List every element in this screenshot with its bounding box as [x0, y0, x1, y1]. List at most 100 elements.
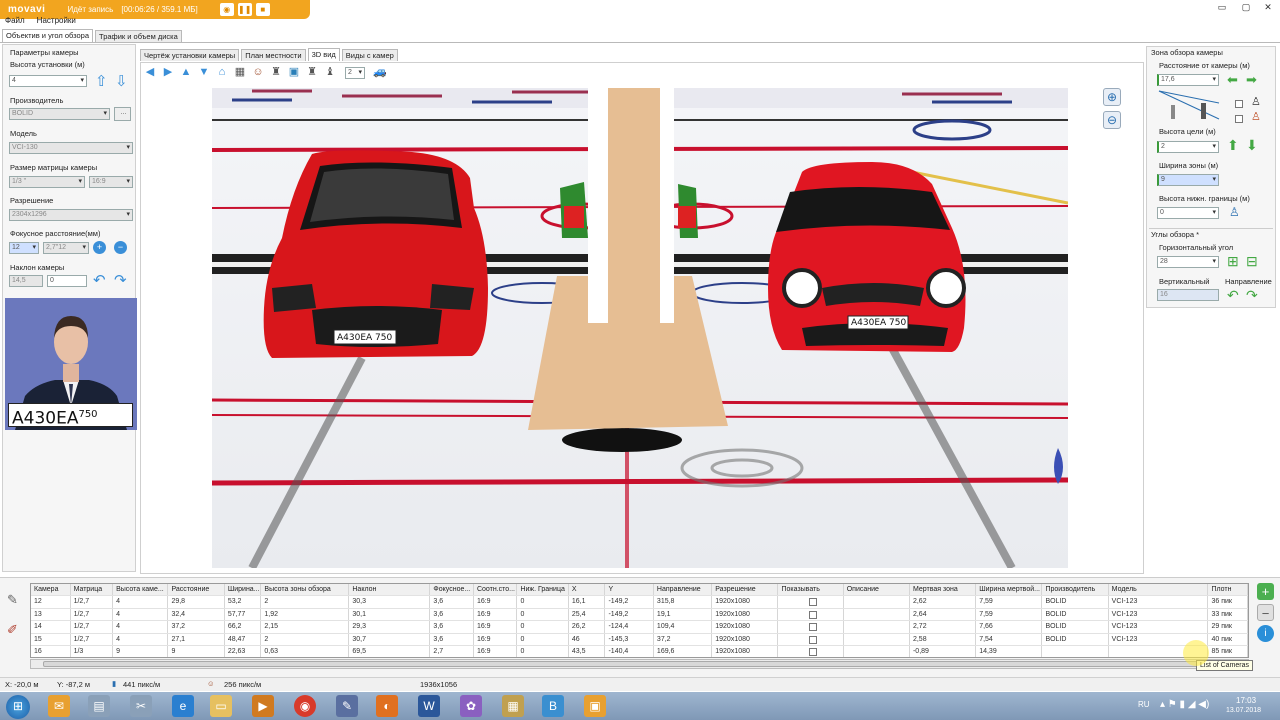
picture-icon[interactable]: ▣ [287, 66, 301, 79]
checkbox[interactable] [809, 647, 818, 656]
person-male-icon[interactable]: ♙ [1251, 95, 1261, 108]
focal-select[interactable]: 12 [9, 242, 39, 254]
table-row[interactable]: 14 1/2,7 4 37,2 66,2 2,15 29,3 3,6 16:9 0 26,2 -124… [31, 621, 1248, 634]
arrow-up-green-icon[interactable]: ⬆ [1227, 137, 1239, 154]
zoom-out-icon[interactable]: − [114, 241, 127, 254]
resolution-select[interactable]: 2304x1296 [9, 209, 133, 221]
column-header[interactable]: Камера [31, 584, 71, 596]
firefox-icon[interactable]: ◐ [376, 695, 398, 717]
focal-range-select[interactable]: 2,7"12 [43, 242, 89, 254]
column-header[interactable]: Производитель [1042, 584, 1109, 596]
column-header[interactable]: Направление [653, 584, 713, 596]
figure-2-icon[interactable]: ♜ [305, 66, 319, 79]
media-icon[interactable]: ▶ [252, 695, 274, 717]
lang-indicator[interactable]: RU [1138, 700, 1150, 709]
add-camera-icon[interactable]: + [1257, 583, 1274, 600]
tab-traffic[interactable]: Трафик и объем диска [95, 30, 182, 42]
table-row[interactable]: 16 1/3 9 9 22,63 0,63 69,5 2,7 16:9 0 43,5 -140,4 16… [31, 645, 1248, 657]
arrow-down-green-icon[interactable]: ⬇ [1246, 137, 1258, 154]
column-header[interactable]: Y [605, 584, 654, 596]
tab-lens[interactable]: Объектив и угол обзора [2, 29, 94, 42]
home-icon[interactable]: ⌂ [215, 66, 229, 79]
arrow-up-icon[interactable]: ⇧ [95, 72, 108, 90]
rotate-right-icon[interactable]: ↷ [114, 271, 127, 289]
ie-icon[interactable]: e [172, 695, 194, 717]
remove-camera-icon[interactable]: − [1257, 604, 1274, 621]
male-checkbox[interactable] [1235, 100, 1243, 108]
tray-icons[interactable]: ▴ ⚑ ▮ ◢ ◀) [1160, 699, 1209, 710]
movavi-icon[interactable]: ▣ [584, 695, 606, 717]
measure-icon[interactable]: ✐ [7, 622, 18, 638]
figure-icon[interactable]: ♜ [269, 66, 283, 79]
table-row[interactable]: 15 1/2,7 4 27,1 48,47 2 30,7 3,6 16:9 0 46 -145,3 37… [31, 633, 1248, 646]
zoom-in-view-icon[interactable]: ⊕ [1103, 88, 1121, 106]
aspect-select[interactable]: 16:9 [89, 176, 133, 188]
show-checkbox[interactable] [778, 596, 844, 608]
show-checkbox[interactable] [778, 645, 844, 657]
horizontal-scrollbar[interactable] [30, 659, 1249, 669]
tab-3d-view[interactable]: 3D вид [307, 48, 340, 61]
arrow-up-icon[interactable]: ▲ [179, 66, 193, 79]
show-checkbox[interactable] [778, 608, 844, 621]
person-icon[interactable]: ☺ [251, 66, 265, 79]
zoom-in-icon[interactable]: + [93, 241, 106, 254]
figure-3-icon[interactable]: ♝ [323, 66, 337, 79]
column-header[interactable]: Модель [1108, 584, 1209, 596]
car-icon[interactable]: 🚙 [373, 66, 387, 79]
table-row[interactable]: 13 1/2,7 4 32,4 57,77 1,92 30,1 3,6 16:9 0 25,4 -14… [31, 608, 1248, 622]
checkbox[interactable] [809, 623, 818, 632]
scrollbar-thumb[interactable] [43, 661, 1233, 667]
zone-width-select[interactable]: 9 [1157, 174, 1219, 186]
target-height-select[interactable]: 2 [1157, 141, 1219, 153]
app-icon[interactable]: ✎ [336, 695, 358, 717]
show-checkbox[interactable] [778, 621, 844, 633]
tab-site-plan[interactable]: План местности [241, 49, 306, 61]
maximize-icon[interactable]: ▢ [1238, 2, 1254, 14]
column-header[interactable]: Фокусное... [430, 584, 474, 596]
height-input[interactable]: 4 [9, 75, 87, 87]
checkbox[interactable] [809, 610, 818, 619]
column-header[interactable]: Высота зоны обзора [261, 584, 350, 596]
zoom-out-view-icon[interactable]: ⊖ [1103, 111, 1121, 129]
close-icon[interactable]: ✕ [1260, 2, 1276, 14]
tab-camera-views[interactable]: Виды с камер [341, 49, 398, 61]
hangle-select[interactable]: 28 [1157, 256, 1219, 268]
distance-select[interactable]: 17,6 [1157, 74, 1219, 86]
person-bound-icon[interactable]: ♙ [1229, 205, 1240, 219]
column-header[interactable]: Матрица [70, 584, 114, 596]
checkbox[interactable] [809, 598, 818, 607]
arrow-down-icon[interactable]: ▼ [197, 66, 211, 79]
menu-settings[interactable]: Настройки [37, 16, 76, 28]
menu-file[interactable]: Файл [5, 16, 25, 28]
lower-bound-select[interactable]: 0 [1157, 207, 1219, 219]
arrow-right-icon[interactable]: ▶ [161, 66, 175, 79]
column-header[interactable]: Расстояние [168, 584, 225, 596]
chrome-icon[interactable]: ◉ [294, 695, 316, 717]
model-select[interactable]: VCI-130 [9, 142, 133, 154]
rotate-ccw-icon[interactable]: ↶ [1227, 287, 1239, 304]
word-icon[interactable]: W [418, 695, 440, 717]
manufacturer-select[interactable]: BOLID [9, 108, 110, 120]
table-row[interactable]: 12 1/2,7 4 29,8 53,2 2 30,3 3,6 16:9 0 16,1 -149,2 3… [31, 596, 1248, 609]
column-header[interactable]: Ниж. Граница [517, 584, 569, 596]
stop-icon[interactable]: ■ [255, 3, 270, 16]
column-header[interactable]: Наклон [349, 584, 431, 596]
count-select[interactable]: 2 [345, 66, 365, 79]
arrow-left-green-icon[interactable]: ⬅ [1227, 72, 1238, 88]
grid-icon[interactable]: ▦ [233, 66, 247, 79]
rotate-left-icon[interactable]: ↶ [93, 271, 106, 289]
arrow-down-icon[interactable]: ⇩ [115, 72, 128, 90]
tab-install-drawing[interactable]: Чертёж установки камеры [140, 49, 240, 61]
expand-icon[interactable]: ⊞ [1227, 253, 1239, 270]
person-female-icon[interactable]: ♙ [1251, 110, 1261, 123]
female-checkbox[interactable] [1235, 115, 1243, 123]
column-header[interactable]: Мертвая зона [909, 584, 977, 596]
skype-icon[interactable]: B [542, 695, 564, 717]
rotate-cw-icon[interactable]: ↷ [1246, 287, 1258, 304]
start-icon[interactable]: ⊞ [6, 695, 30, 719]
column-header[interactable]: Ширина... [224, 584, 262, 596]
show-checkbox[interactable] [778, 633, 844, 645]
info-icon[interactable]: i [1257, 625, 1274, 642]
minimize-icon[interactable]: ▭ [1214, 2, 1230, 14]
folder-icon[interactable]: ▦ [502, 695, 524, 717]
